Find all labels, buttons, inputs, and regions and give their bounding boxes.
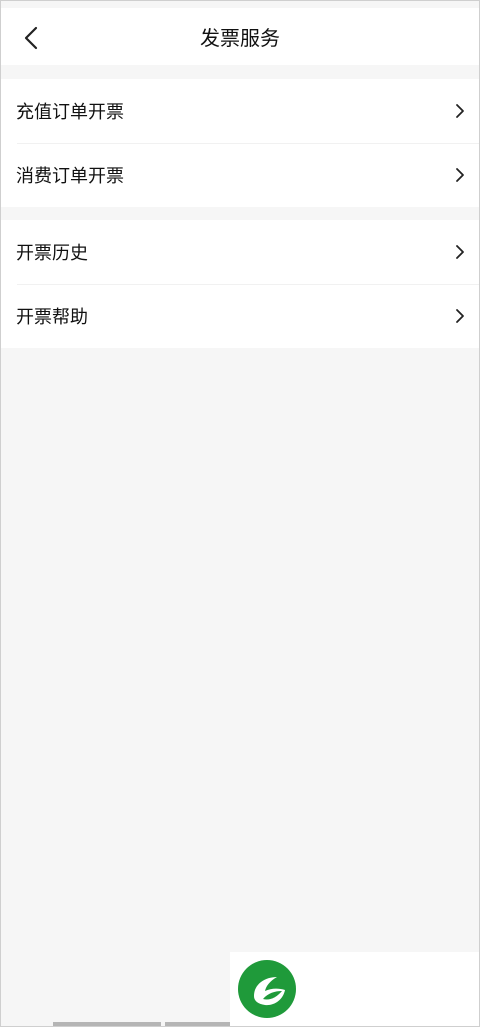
menu-item-consumption-invoice[interactable]: 消费订单开票: [1, 143, 479, 207]
chevron-right-icon: [456, 245, 464, 259]
top-bar: 发票服务: [1, 8, 479, 65]
chevron-right-icon: [456, 168, 464, 182]
chevron-right-icon: [456, 104, 464, 118]
leaf-logo-icon: [238, 960, 296, 1018]
menu-item-label: 充值订单开票: [16, 102, 124, 123]
page-title: 发票服务: [200, 26, 280, 50]
watermark-logo-card: [230, 952, 480, 1027]
menu-item-recharge-invoice[interactable]: 充值订单开票: [1, 79, 479, 143]
chevron-right-icon: [456, 309, 464, 323]
invoice-info-group: 开票历史 开票帮助: [1, 220, 479, 348]
menu-item-label: 消费订单开票: [16, 166, 124, 187]
gesture-bar-right: [165, 1022, 230, 1027]
invoice-options-group: 充值订单开票 消费订单开票: [1, 79, 479, 207]
menu-item-label: 开票历史: [16, 243, 88, 264]
menu-item-invoice-help[interactable]: 开票帮助: [1, 284, 479, 348]
menu-item-invoice-history[interactable]: 开票历史: [1, 220, 479, 284]
menu-item-label: 开票帮助: [16, 307, 88, 328]
gesture-bar-left: [53, 1022, 161, 1027]
